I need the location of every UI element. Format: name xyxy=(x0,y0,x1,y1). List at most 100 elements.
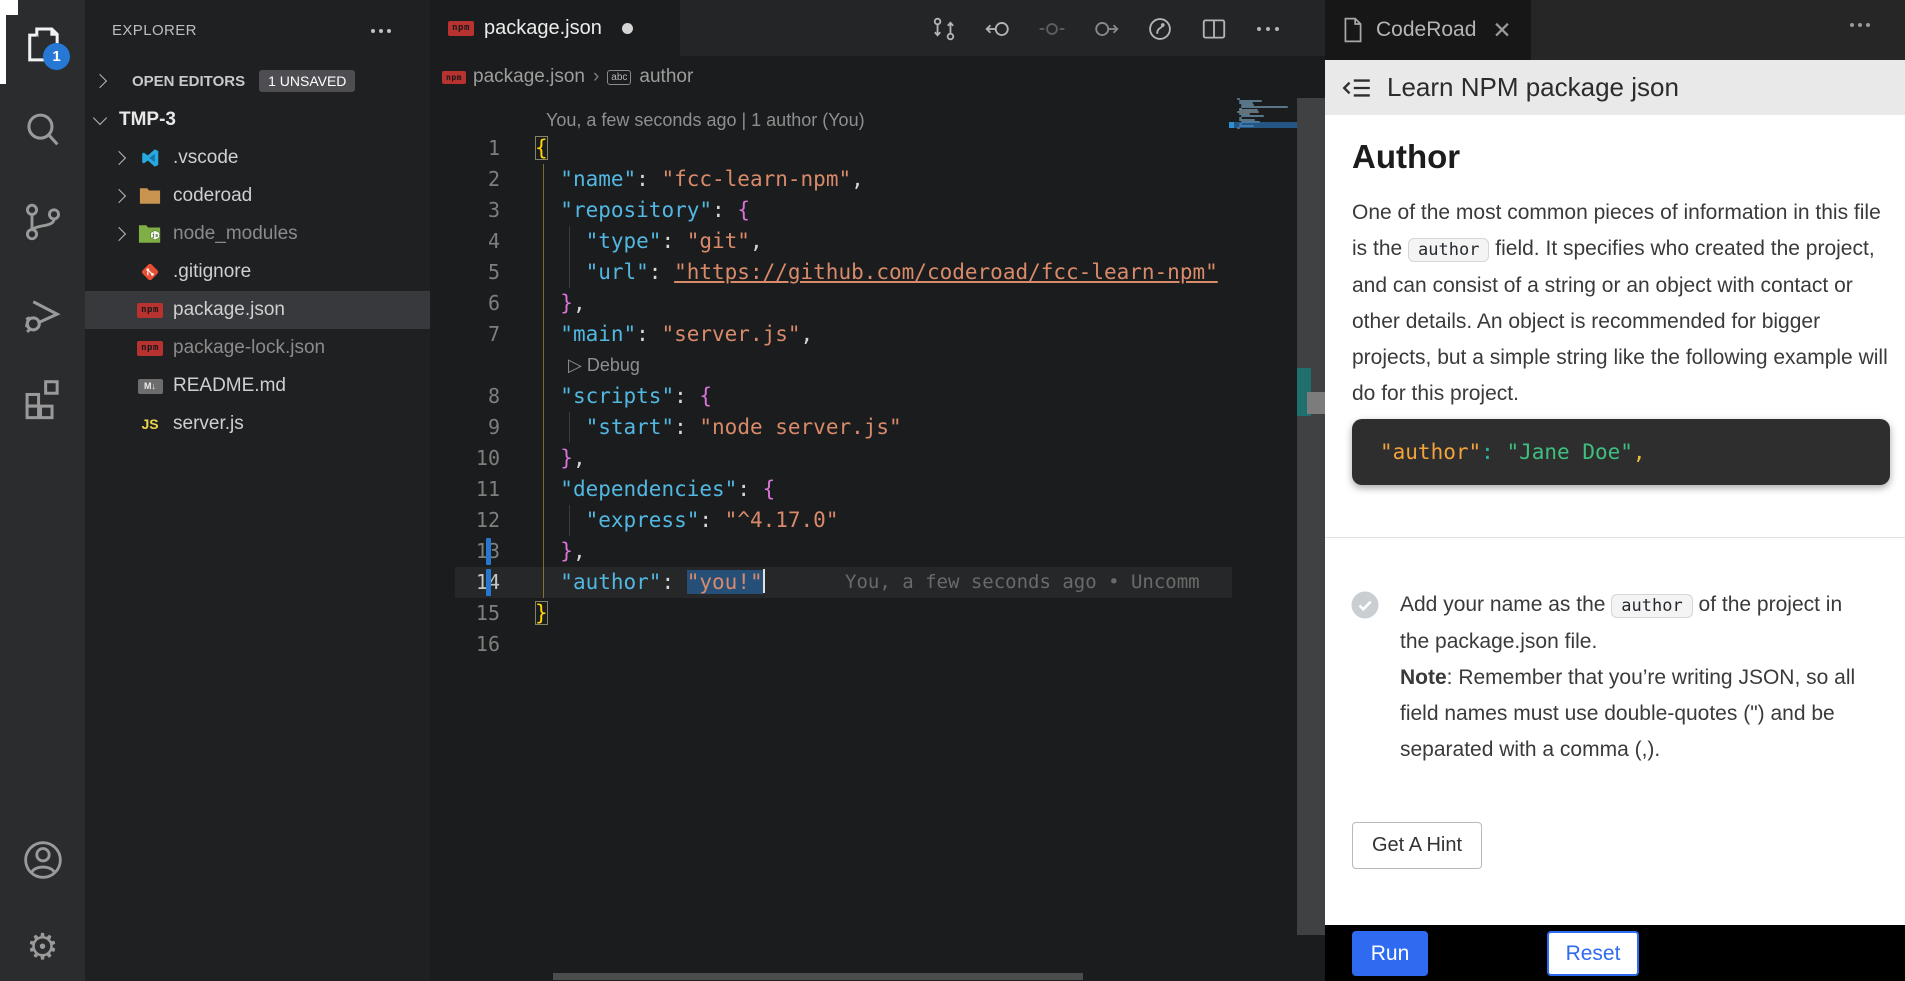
code-line-12[interactable]: 12 "express": "^4.17.0" xyxy=(455,505,1232,536)
code-line-13[interactable]: 13 }, xyxy=(455,536,1232,567)
npm-icon: npm xyxy=(137,303,163,318)
run-status-icon[interactable] xyxy=(1146,15,1174,43)
file-label: package.json xyxy=(173,299,285,321)
search-activity-button[interactable] xyxy=(0,100,85,160)
code-line-3[interactable]: 3 "repository": { xyxy=(455,195,1232,226)
npm-file-icon: npm xyxy=(448,16,474,40)
line-number: 2 xyxy=(455,164,500,195)
file-label: .gitignore xyxy=(173,261,251,283)
file-row-node-modules[interactable]: jsnode_modules xyxy=(85,215,430,253)
tab-package-json[interactable]: npm package.json xyxy=(430,0,680,56)
task-text: Add your name as the author of the proje… xyxy=(1400,587,1872,768)
source-control-activity-button[interactable] xyxy=(0,192,85,252)
coderoad-footer: Run Reset xyxy=(1325,925,1905,981)
editor-toolbar xyxy=(930,14,1300,44)
file-label: package-lock.json xyxy=(173,337,325,359)
extensions-activity-button[interactable] xyxy=(0,368,85,428)
file-label: coderoad xyxy=(173,185,252,207)
file-row--gitignore[interactable]: .gitignore xyxy=(85,253,430,291)
file-row-coderoad[interactable]: coderoad xyxy=(85,177,430,215)
line-number: 10 xyxy=(455,443,500,474)
minimap-current-line xyxy=(1233,122,1297,128)
explorer-activity-button[interactable] xyxy=(0,14,85,74)
snippet-code: "author": "Jane Doe", xyxy=(1380,440,1646,464)
explorer-more-icon[interactable] xyxy=(370,22,392,40)
coderoad-more-icon[interactable] xyxy=(1848,16,1872,34)
file-row-package-json[interactable]: npm package.json xyxy=(85,291,430,329)
codelens-debug[interactable]: ▷ Debug xyxy=(455,350,1232,381)
file-label: server.js xyxy=(173,413,244,435)
run-debug-activity-button[interactable] xyxy=(0,285,85,345)
step-back-icon[interactable] xyxy=(984,15,1012,43)
chevron-right-icon xyxy=(93,74,107,88)
code-line-16[interactable]: 16 xyxy=(455,629,1232,660)
line-number: 16 xyxy=(455,629,500,660)
file-row--vscode[interactable]: .vscode xyxy=(85,139,430,177)
open-editors-section[interactable]: OPEN EDITORS 1 UNSAVED xyxy=(85,64,430,98)
gear-icon: ⚙ xyxy=(26,930,58,966)
file-tree: .vscode coderoad jsnode_modules .gitignore n… xyxy=(85,139,430,443)
node-modules-folder-icon: js xyxy=(138,224,162,244)
minimap[interactable] xyxy=(1233,98,1297,142)
step-forward-icon[interactable] xyxy=(1092,15,1120,43)
js-icon: JS xyxy=(141,416,158,432)
horizontal-scrollbar[interactable] xyxy=(553,973,1083,980)
get-hint-button[interactable]: Get A Hint xyxy=(1352,822,1482,869)
code-lines[interactable]: 1{2 "name": "fcc-learn-npm",3 "repositor… xyxy=(455,133,1232,660)
chevron-right-icon xyxy=(112,189,126,203)
collapse-menu-icon[interactable] xyxy=(1341,75,1373,101)
lesson-paragraph: One of the most common pieces of informa… xyxy=(1352,195,1892,412)
chevron-right-icon: › xyxy=(593,66,599,88)
code-line-6[interactable]: 6 }, xyxy=(455,288,1232,319)
chevron-right-icon xyxy=(112,227,126,241)
search-icon xyxy=(21,108,65,152)
editor-more-icon[interactable] xyxy=(1254,15,1282,43)
codelens-authors[interactable]: You, a few seconds ago | 1 author (You) xyxy=(546,110,865,131)
split-editor-icon[interactable] xyxy=(1200,15,1228,43)
settings-button[interactable]: ⚙ xyxy=(0,918,85,978)
code-line-9[interactable]: 9 "start": "node server.js" xyxy=(455,412,1232,443)
npm-icon: npm xyxy=(137,341,163,356)
modified-line-indicator xyxy=(486,538,491,565)
tab-coderoad[interactable]: CodeRoad ✕ xyxy=(1325,0,1531,60)
compare-changes-icon[interactable] xyxy=(930,15,958,43)
accounts-button[interactable] xyxy=(0,830,85,890)
line-number: 8 xyxy=(455,381,500,412)
code-line-11[interactable]: 11 "dependencies": { xyxy=(455,474,1232,505)
line-number: 11 xyxy=(455,474,500,505)
code-line-4[interactable]: 4 "type": "git", xyxy=(455,226,1232,257)
coderoad-header: Learn NPM package json xyxy=(1325,60,1905,115)
breadcrumb-symbol[interactable]: author xyxy=(639,66,693,88)
code-line-7[interactable]: 7 "main": "server.js", xyxy=(455,319,1232,350)
modified-dot-icon[interactable] xyxy=(622,23,633,34)
sidebar-title: EXPLORER xyxy=(112,22,197,39)
breadcrumb-file[interactable]: package.json xyxy=(473,66,585,88)
line-number: 3 xyxy=(455,195,500,226)
code-line-1[interactable]: 1{ xyxy=(455,133,1232,164)
code-editor[interactable]: You, a few seconds ago | 1 author (You) … xyxy=(455,98,1232,973)
line-number: 4 xyxy=(455,226,500,257)
run-button[interactable]: Run xyxy=(1352,931,1428,976)
file-row-server-js[interactable]: JS server.js xyxy=(85,405,430,443)
line-number: 6 xyxy=(455,288,500,319)
code-line-14[interactable]: 14 "author": "you!"You, a few seconds ag… xyxy=(455,567,1232,598)
code-line-8[interactable]: 8 "scripts": { xyxy=(455,381,1232,412)
inline-code-chip: author xyxy=(1611,594,1692,618)
code-line-2[interactable]: 2 "name": "fcc-learn-npm", xyxy=(455,164,1232,195)
divider xyxy=(1325,537,1905,538)
markdown-icon: M↓ xyxy=(138,379,163,394)
file-row-readme-md[interactable]: M↓README.md xyxy=(85,367,430,405)
reset-button[interactable]: Reset xyxy=(1547,931,1639,976)
line-number: 1 xyxy=(455,133,500,164)
breakpoint-icon[interactable] xyxy=(1038,15,1066,43)
line-number: 12 xyxy=(455,505,500,536)
file-row-package-lock-json[interactable]: npm package-lock.json xyxy=(85,329,430,367)
code-line-10[interactable]: 10 }, xyxy=(455,443,1232,474)
workspace-root-row[interactable]: TMP-3 xyxy=(85,101,430,139)
breadcrumb: npm package.json › abc author xyxy=(433,56,1223,98)
code-line-5[interactable]: 5 "url": "https://github.com/coderoad/fc… xyxy=(455,257,1232,288)
close-icon[interactable]: ✕ xyxy=(1492,17,1511,44)
line-number: 14 xyxy=(455,567,500,598)
line-number: 5 xyxy=(455,257,500,288)
code-line-15[interactable]: 15} xyxy=(455,598,1232,629)
